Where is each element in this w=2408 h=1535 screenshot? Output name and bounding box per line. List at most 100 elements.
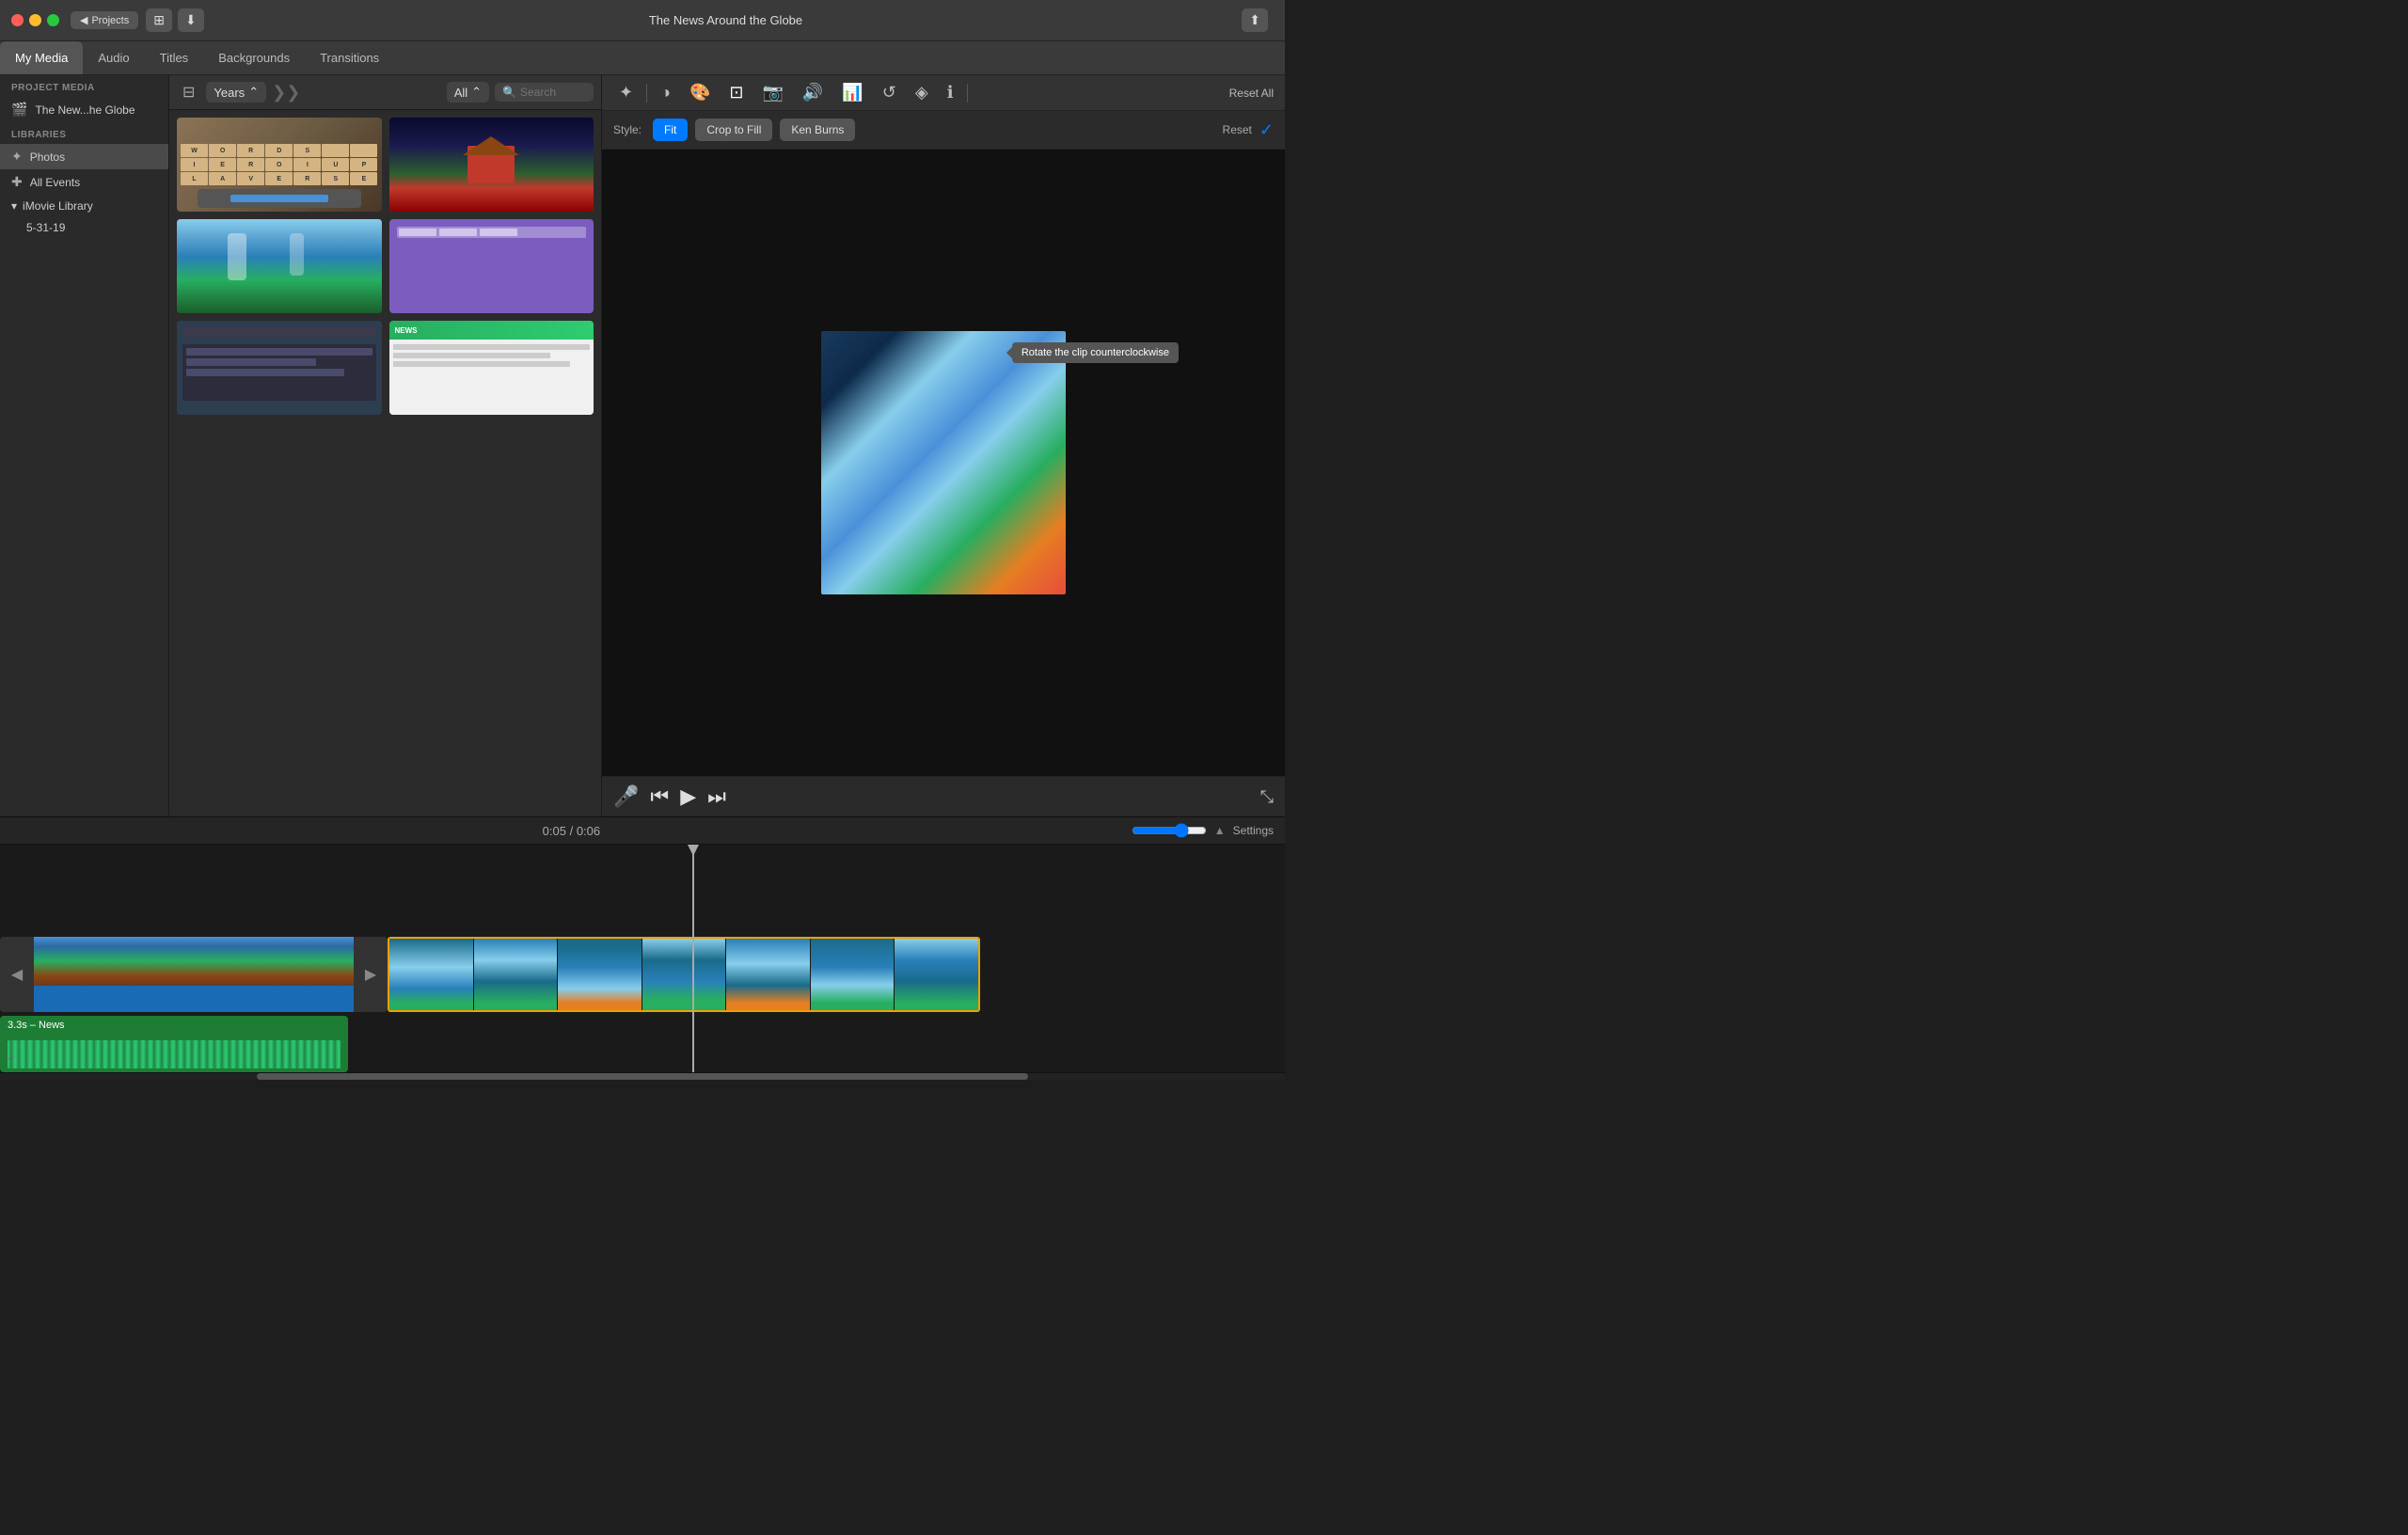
main-layout: PROJECT MEDIA 🎬 The New...he Globe LIBRA… (0, 75, 1285, 816)
playhead[interactable] (692, 845, 694, 1072)
sidebar-item-date[interactable]: 5-31-19 (0, 217, 168, 238)
scrollbar-thumb[interactable] (257, 1073, 1028, 1080)
clip-frame-5 (726, 939, 810, 1010)
toolbar-divider-1 (646, 84, 647, 103)
crop-button[interactable]: ⊡ (723, 81, 749, 104)
timeline-section: 0:05 / 0:06 ▲ Settings ◀ ▶ (0, 816, 1285, 1080)
timeline-canvas: ◀ ▶ (0, 845, 1285, 1072)
clip-frame-3 (558, 939, 642, 1010)
color-correction-button[interactable]: 🎨 (684, 81, 716, 104)
playback-controls: 🎤 ⏮ ▶ ⏭ ⤡ (602, 776, 1285, 816)
video-content (821, 331, 1066, 594)
titlebar-right: ⬆ (1242, 8, 1274, 32)
tab-audio[interactable]: Audio (83, 41, 144, 74)
media-thumb-purple[interactable] (389, 219, 594, 313)
right-panel: ✦ ◑ 🎨 ⊡ 📷 🔊 📊 ↺ ◈ ℹ Reset All Style: Fit… (602, 75, 1285, 816)
microphone-button[interactable]: 🎤 (613, 784, 639, 809)
clip-frame-7 (895, 939, 978, 1010)
download-button[interactable]: ⬇ (178, 8, 204, 32)
clip-world-bar (34, 986, 354, 1012)
audio-clip[interactable]: 3.3s – News (0, 1016, 348, 1072)
skip-forward-button[interactable]: ⏭ (707, 784, 726, 809)
sidebar-item-project[interactable]: 🎬 The New...he Globe (0, 97, 168, 122)
style-selector: Style: Fit Crop to Fill Ken Burns Reset … (602, 111, 1285, 150)
info-button[interactable]: ℹ (942, 81, 959, 104)
zoom-slider[interactable] (1132, 823, 1207, 838)
sidebar: PROJECT MEDIA 🎬 The New...he Globe LIBRA… (0, 75, 169, 816)
film-icon: 🎬 (11, 102, 27, 118)
media-grid: WOR DS IER OIUP LAV ERSE (169, 110, 601, 816)
time-display: 0:05 / 0:06 (11, 824, 1132, 838)
tab-my-media[interactable]: My Media (0, 41, 83, 74)
minimize-button[interactable] (29, 14, 41, 26)
play-button[interactable]: ▶ (680, 784, 696, 809)
reset-all-button[interactable]: Reset All (1229, 87, 1274, 100)
magic-wand-button[interactable]: ✦ (613, 81, 639, 104)
storyboard-view-button[interactable]: ⊞ (146, 8, 172, 32)
libraries-label: LIBRARIES (0, 122, 168, 144)
clip-frames (389, 939, 978, 1010)
track-handle-right[interactable]: ▶ (354, 937, 388, 1012)
waveform-visual (8, 1040, 341, 1068)
camera-button[interactable]: 📷 (756, 81, 788, 104)
clip-world-map[interactable] (34, 937, 354, 1012)
style-crop-to-fill-button[interactable]: Crop to Fill (695, 119, 772, 141)
sidebar-item-imovie-library[interactable]: ▾ iMovie Library (0, 195, 168, 217)
filter-selector[interactable]: All ⌃ (447, 82, 489, 103)
fullscreen-button[interactable]: ⤡ (1260, 787, 1274, 807)
tab-transitions[interactable]: Transitions (305, 41, 394, 74)
track-handle-left[interactable]: ◀ (0, 937, 34, 1012)
media-thumb-scrabble[interactable]: WOR DS IER OIUP LAV ERSE (177, 118, 382, 212)
sidebar-item-photos[interactable]: ✦ Photos (0, 144, 168, 169)
projects-back-button[interactable]: ◀ Projects (71, 11, 138, 29)
media-thumb-screenshot1[interactable] (177, 321, 382, 415)
speed-button[interactable]: ↺ (877, 81, 902, 104)
traffic-lights (11, 14, 59, 26)
time-total: 0:06 (577, 824, 600, 838)
breadcrumb-arrows: ❯ ❯ (272, 83, 300, 103)
maximize-button[interactable] (47, 14, 59, 26)
clip-frame-6 (811, 939, 895, 1010)
media-thumb-snow[interactable] (389, 118, 594, 212)
close-button[interactable] (11, 14, 24, 26)
search-icon: 🔍 (502, 86, 516, 99)
style-fit-button[interactable]: Fit (653, 119, 688, 141)
timeline-toolbar: 0:05 / 0:06 ▲ Settings (0, 817, 1285, 845)
world-map-image (34, 937, 354, 986)
timeline-scrollbar[interactable] (0, 1072, 1285, 1080)
toolbar-divider-2 (967, 84, 968, 103)
search-input[interactable] (520, 86, 586, 99)
sidebar-item-all-events[interactable]: ✚ All Events (0, 169, 168, 195)
style-confirm-icon[interactable]: ✓ (1259, 120, 1274, 140)
tab-titles[interactable]: Titles (145, 41, 204, 74)
video-viewer[interactable]: Rotate the clip counterclockwise (602, 150, 1285, 776)
volume-button[interactable]: 🔊 (797, 81, 829, 104)
tab-backgrounds[interactable]: Backgrounds (203, 41, 305, 74)
video-track: ◀ ▶ (0, 937, 1285, 1012)
project-media-label: PROJECT MEDIA (0, 75, 168, 97)
media-toolbar: ⊟ Years ⌃ ❯ ❯ All ⌃ 🔍 (169, 75, 601, 110)
color-balance-button[interactable]: ◑ (655, 81, 676, 104)
sidebar-toggle-button[interactable]: ⊟ (177, 81, 200, 103)
photos-icon: ✦ (11, 149, 23, 165)
viewer-toolbar: ✦ ◑ 🎨 ⊡ 📷 🔊 📊 ↺ ◈ ℹ Reset All (602, 75, 1285, 111)
skip-backward-button[interactable]: ⏮ (650, 784, 669, 809)
clip-selected[interactable] (388, 937, 980, 1012)
equalizer-button[interactable]: 📊 (836, 81, 868, 104)
media-panel: ⊟ Years ⌃ ❯ ❯ All ⌃ 🔍 WOR (169, 75, 602, 816)
audio-track: 3.3s – News ♪ (0, 1016, 1285, 1072)
media-thumb-waterfall[interactable] (177, 219, 382, 313)
titlebar: ◀ Projects ⊞ ⬇ The News Around the Globe… (0, 0, 1285, 41)
style-ken-burns-button[interactable]: Ken Burns (780, 119, 855, 141)
music-icon: ♪ (8, 1048, 14, 1063)
style-reset-button[interactable]: Reset (1223, 123, 1252, 136)
filter-button[interactable]: ◈ (910, 81, 934, 104)
app-title: The News Around the Globe (210, 13, 1243, 27)
media-thumb-screenshot2[interactable]: NEWS (389, 321, 594, 415)
clip-frame-2 (474, 939, 558, 1010)
settings-button[interactable]: Settings (1233, 824, 1274, 837)
top-tabs: My Media Audio Titles Backgrounds Transi… (0, 41, 1285, 75)
share-button[interactable]: ⬆ (1242, 8, 1268, 32)
clip-frame-1 (389, 939, 473, 1010)
years-selector[interactable]: Years ⌃ (206, 82, 266, 103)
